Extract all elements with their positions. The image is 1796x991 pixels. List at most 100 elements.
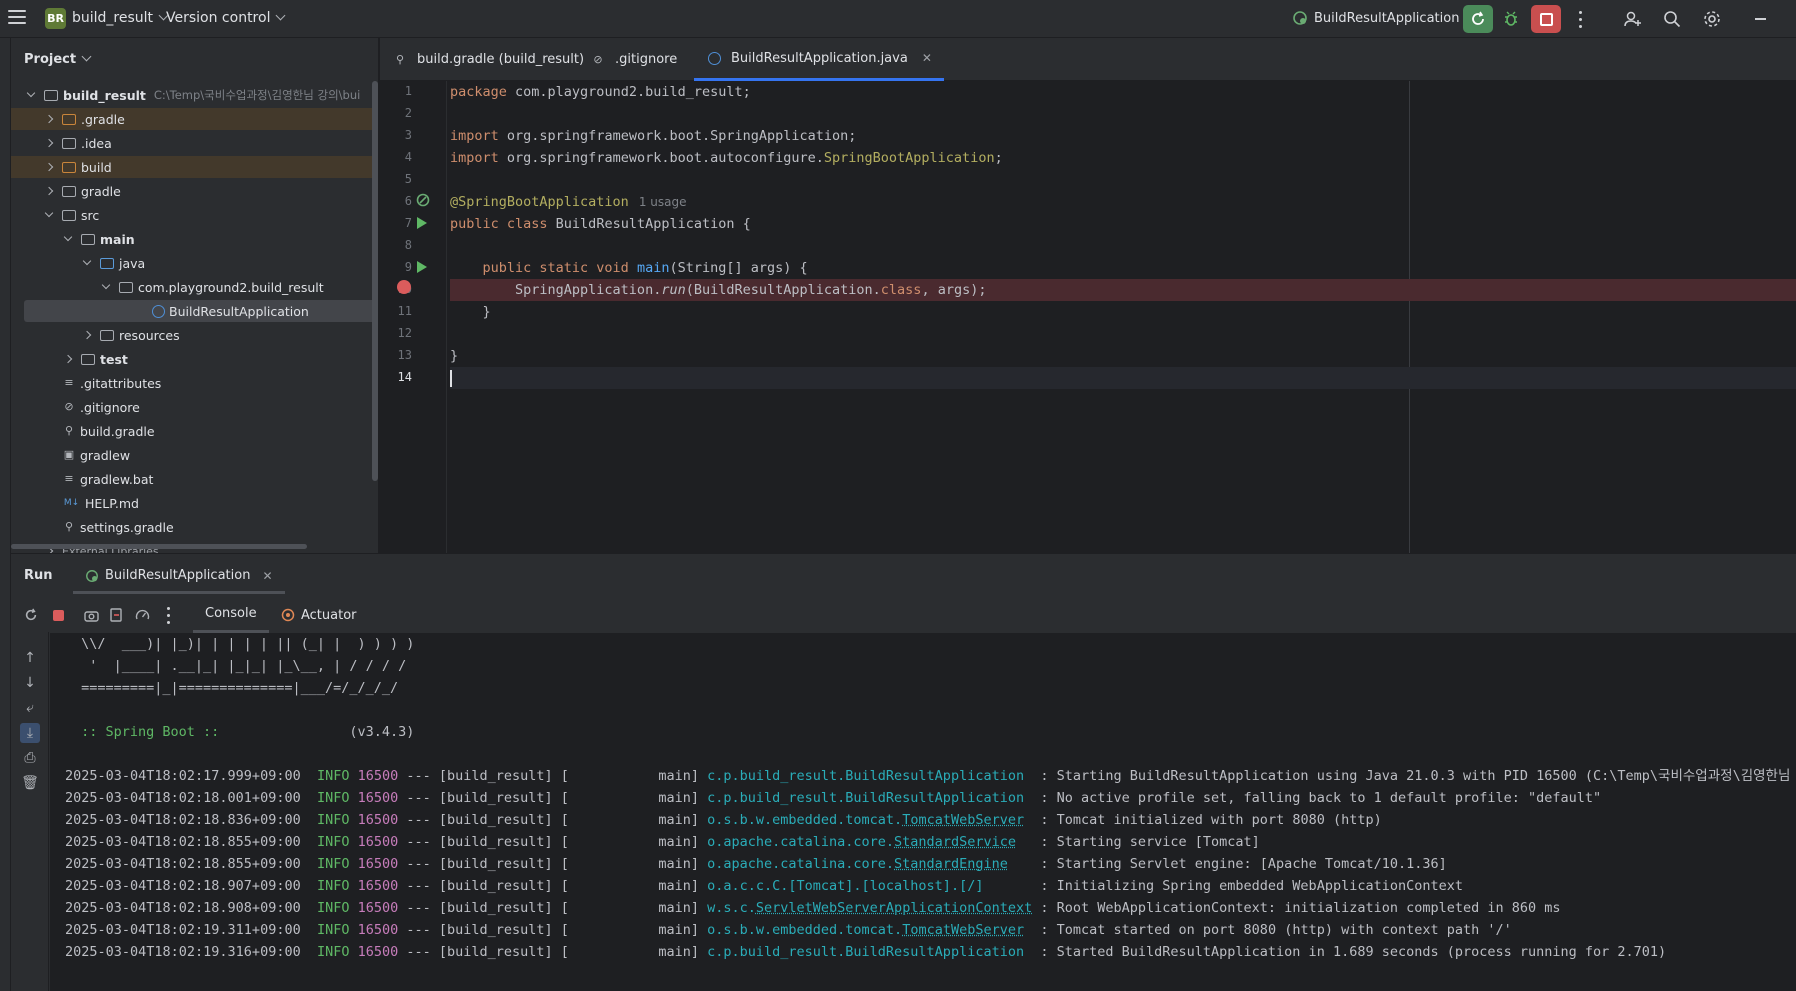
minimize-button[interactable] xyxy=(1745,5,1775,33)
add-user-button[interactable] xyxy=(1618,5,1648,33)
tab-label: .gitignore xyxy=(615,52,677,67)
main-menu-icon[interactable] xyxy=(8,10,26,26)
project-switcher[interactable]: build_result xyxy=(72,10,167,26)
log-mid: --- [build_result] [ main] xyxy=(398,878,707,894)
log-pid: 16500 xyxy=(358,900,399,916)
tree-item-help-md[interactable]: M↓ HELP.md xyxy=(11,492,379,514)
tree-item-test[interactable]: test xyxy=(11,348,379,370)
stop-button[interactable] xyxy=(47,604,69,626)
close-icon[interactable]: ✕ xyxy=(922,51,932,65)
tree-item-package[interactable]: com.playground2.build_result xyxy=(11,276,379,298)
arrow-up-icon[interactable]: ↑ xyxy=(20,648,40,668)
tree-item-dot-gradle[interactable]: .gradle xyxy=(11,108,379,130)
tab-gitignore[interactable]: ⊘ .gitignore xyxy=(592,38,677,81)
actuator-icon xyxy=(281,608,295,622)
close-icon[interactable]: ✕ xyxy=(262,569,272,583)
log-logger: c.p.build_result.BuildResultApplication xyxy=(707,768,1032,784)
camera-button[interactable] xyxy=(80,604,102,626)
line-number: 5 xyxy=(380,172,412,186)
tab-build-gradle[interactable]: ⚲ build.gradle (build_result) xyxy=(394,38,584,81)
horizontal-scrollbar[interactable] xyxy=(11,544,307,549)
package-icon xyxy=(119,282,133,293)
log-logger-ul[interactable]: StandardService xyxy=(894,834,1016,850)
more-actions-button[interactable] xyxy=(1565,5,1595,33)
tree-item-idea[interactable]: .idea xyxy=(11,132,379,154)
version-control-menu[interactable]: Version control xyxy=(166,10,284,26)
tree-label: HELP.md xyxy=(85,496,139,511)
run-gutter-icon[interactable] xyxy=(417,217,427,229)
log-logger-ul[interactable]: TomcatWebServer xyxy=(902,922,1024,938)
run-gutter-icon[interactable] xyxy=(417,261,427,273)
shell-script-icon: ▣ xyxy=(63,449,75,461)
line-number: 6 xyxy=(380,194,412,208)
rerun-button[interactable] xyxy=(20,604,42,626)
stop-button[interactable] xyxy=(1531,5,1561,33)
folder-icon xyxy=(62,210,76,221)
tree-item-main[interactable]: main xyxy=(11,228,379,250)
log-logger: o.apache.catalina.core. xyxy=(707,834,894,850)
editor-gutter[interactable]: 1 2 3 4 5 6 7 8 9 10 11 12 13 14 xyxy=(380,81,447,553)
breakpoint-icon[interactable] xyxy=(397,280,411,294)
tree-label: settings.gradle xyxy=(80,520,174,535)
settings-button[interactable] xyxy=(1697,5,1727,33)
tree-label: gradlew xyxy=(80,448,130,463)
tree-item-gradlew[interactable]: ▣ gradlew xyxy=(11,444,379,466)
project-panel-header[interactable]: Project xyxy=(24,52,90,67)
log-mid: --- [build_result] [ main] xyxy=(398,790,707,806)
chevron-down-icon xyxy=(83,257,91,265)
console-output[interactable]: \\/ ___)| |_)| | | | | || (_| | ) ) ) ) … xyxy=(50,633,1796,991)
vertical-scrollbar[interactable] xyxy=(372,81,378,481)
project-tool-window: Project build_result C:\Temp\국비수업과정\김영한님… xyxy=(11,38,379,553)
log-logger: o.a.c.c.C.[Tomcat].[localhost].[/] xyxy=(707,878,1032,894)
gradle-icon: ⚲ xyxy=(394,54,406,66)
actuator-tab-label: Actuator xyxy=(301,608,357,623)
print-icon[interactable]: ⎙ xyxy=(20,748,40,768)
tree-item-build-gradle[interactable]: ⚲ build.gradle xyxy=(11,420,379,442)
log-logger-ul[interactable]: TomcatWebServer xyxy=(902,812,1024,828)
tree-item-java[interactable]: java xyxy=(11,252,379,274)
search-button[interactable] xyxy=(1657,5,1687,33)
scroll-to-end-icon[interactable]: ⤓ xyxy=(20,723,40,743)
log-logger: o.s.b.w.embedded.tomcat. xyxy=(707,922,902,938)
line-number: 11 xyxy=(380,304,412,318)
code-editor[interactable]: 1 2 3 4 5 6 7 8 9 10 11 12 13 14 package… xyxy=(380,81,1796,553)
source-folder-icon xyxy=(100,258,114,269)
soft-wrap-icon[interactable]: ⤶ xyxy=(20,698,40,718)
tree-item-resources[interactable]: resources xyxy=(11,324,379,346)
banner-line: =========|_|==============|___/=/_/_/_/ xyxy=(73,677,398,699)
tab-actuator[interactable]: Actuator xyxy=(269,597,369,633)
export-button[interactable] xyxy=(105,604,127,626)
log-logger-ul[interactable]: StandardEngine xyxy=(894,856,1008,872)
tree-item-build[interactable]: build xyxy=(11,156,379,178)
tree-item-gradlew-bat[interactable]: ≡ gradlew.bat xyxy=(11,468,379,490)
tree-item-src[interactable]: src xyxy=(11,204,379,226)
minimize-icon xyxy=(1755,18,1766,20)
log-ts: 2025-03-04T18:02:18.907+09:00 xyxy=(65,878,317,894)
text-file-icon: ≡ xyxy=(63,377,75,389)
tab-console[interactable]: Console xyxy=(193,597,269,633)
profiler-button[interactable] xyxy=(131,604,153,626)
code-line-10-breakpoint: SpringApplication.run(BuildResultApplica… xyxy=(450,279,1796,301)
editor-tabs: ⚲ build.gradle (build_result) ⊘ .gitigno… xyxy=(380,38,1796,81)
debug-button[interactable] xyxy=(1496,5,1526,33)
line-number: 2 xyxy=(380,106,412,120)
run-tab-build-result-application[interactable]: BuildResultApplication ✕ xyxy=(73,560,285,594)
log-logger-ul[interactable]: ServletWebServerApplicationContext xyxy=(756,900,1032,916)
tree-item-gradle[interactable]: gradle xyxy=(11,180,379,202)
tab-build-result-application[interactable]: BuildResultApplication.java ✕ xyxy=(694,38,944,81)
tree-item-root[interactable]: build_result C:\Temp\국비수업과정\김영한님 강의\bui xyxy=(11,84,379,106)
log-mid: --- [build_result] [ main] xyxy=(398,812,707,828)
spring-bean-gutter-icon[interactable] xyxy=(416,192,432,208)
tree-item-build-result-application[interactable]: BuildResultApplication xyxy=(24,300,379,322)
trash-icon[interactable]: 🗑 xyxy=(20,773,40,793)
tree-item-settings-gradle[interactable]: ⚲ settings.gradle xyxy=(11,516,379,538)
tree-item-gitignore[interactable]: ⊘ .gitignore xyxy=(11,396,379,418)
run-configuration-selector[interactable]: BuildResultApplication xyxy=(1292,10,1474,26)
arrow-down-icon[interactable]: ↓ xyxy=(20,673,40,693)
code-line-4: import org.springframework.boot.autoconf… xyxy=(450,147,1796,169)
spring-class-icon xyxy=(152,305,165,318)
rerun-button[interactable] xyxy=(1463,5,1493,33)
usages-inlay-hint: 1 usage xyxy=(639,195,687,209)
tree-item-gitattributes[interactable]: ≡ .gitattributes xyxy=(11,372,379,394)
more-options-button[interactable] xyxy=(157,604,179,626)
